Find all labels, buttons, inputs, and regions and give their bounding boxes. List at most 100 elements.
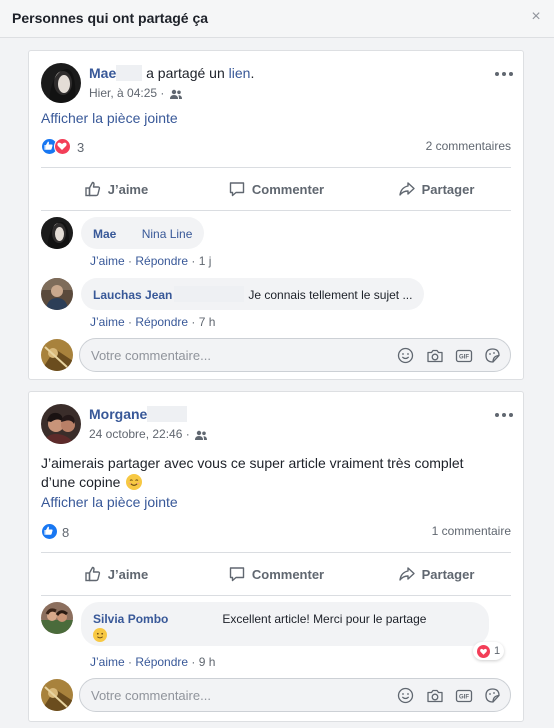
reaction-count: 3	[77, 140, 85, 155]
post-meta: Hier, à 04:25 ·	[89, 86, 182, 102]
comment-time[interactable]: 1 j	[199, 254, 212, 268]
comment-placeholder: Votre commentaire...	[91, 348, 211, 363]
gif-icon[interactable]: GIF	[454, 346, 473, 365]
redacted-block	[147, 406, 188, 422]
post-time[interactable]: 24 octobre, 22:46	[89, 427, 182, 441]
tagged-name[interactable]: Nina Line	[142, 227, 193, 241]
comment-actions: J’aime · Répondre · 9 h	[90, 655, 216, 669]
svg-text:GIF: GIF	[459, 694, 469, 700]
comment-like-link[interactable]: J’aime	[90, 655, 125, 669]
camera-icon[interactable]	[425, 346, 444, 365]
composer-tools: GIF	[396, 686, 502, 705]
like-button[interactable]: J’aime	[41, 168, 191, 210]
comment-like-link[interactable]: J’aime	[90, 254, 125, 268]
post-text: J’aimerais partager avec vous ce super a…	[41, 454, 511, 492]
comment-bubble: Lauchas Jean Je connais tellement le suje…	[81, 278, 425, 310]
commenter-avatar[interactable]	[41, 217, 73, 249]
love-reaction-icon	[477, 644, 490, 658]
comment-button[interactable]: Commenter	[201, 553, 351, 595]
emoji-icon[interactable]	[396, 686, 415, 705]
comment-reply-link[interactable]: Répondre	[135, 254, 188, 268]
redacted-block	[116, 65, 143, 81]
like-label: J’aime	[107, 181, 149, 197]
post-actions: J’aime Commenter Partager	[41, 552, 511, 596]
author-name[interactable]: Mae	[89, 65, 116, 81]
share-label: Partager	[421, 181, 475, 197]
share-icon	[398, 567, 415, 581]
commenter-name[interactable]: Mae	[93, 227, 116, 241]
author-avatar[interactable]	[41, 404, 81, 444]
comment-actions: J’aime · Répondre · 1 j	[90, 254, 212, 268]
comment-count[interactable]: 2 commentaires	[426, 139, 511, 153]
comment-label: Commenter	[251, 181, 325, 197]
comment-bubble: Silvia Pombo Excellent article! Merci pou…	[81, 602, 489, 646]
redacted-block	[168, 610, 222, 626]
comment-item: Silvia Pombo Excellent article! Merci pou…	[41, 602, 511, 670]
comment-icon	[229, 567, 245, 582]
gif-icon[interactable]: GIF	[454, 686, 473, 705]
post-header: Morgane	[89, 406, 188, 422]
comment-like-link[interactable]: J’aime	[90, 315, 125, 329]
comment-time[interactable]: 7 h	[199, 315, 216, 329]
close-icon[interactable]: ×	[528, 9, 544, 25]
my-avatar	[41, 339, 73, 371]
shared-post: Morgane 24 octobre, 22:46 · J’aimerais p…	[28, 391, 524, 722]
show-attachment-link[interactable]: Afficher la pièce jointe	[41, 494, 178, 510]
comment-button[interactable]: Commenter	[201, 168, 351, 210]
comment-input[interactable]: Votre commentaire... GIF	[79, 678, 511, 712]
more-options-icon[interactable]	[495, 67, 513, 81]
like-button[interactable]: J’aime	[41, 553, 191, 595]
comment-item: Lauchas Jean Je connais tellement le suje…	[41, 278, 511, 330]
post-time[interactable]: Hier, à 04:25	[89, 86, 157, 100]
comment-bubble: Mae Nina Line	[81, 217, 205, 249]
post-actions: J’aime Commenter Partager	[41, 167, 511, 211]
friends-icon	[169, 88, 182, 102]
more-options-icon[interactable]	[495, 408, 513, 422]
comment-count[interactable]: 1 commentaire	[432, 524, 511, 538]
commenter-avatar[interactable]	[41, 602, 73, 634]
comment-reaction-count: 1	[494, 645, 501, 657]
commenter-avatar[interactable]	[41, 278, 73, 310]
reaction-count: 8	[62, 525, 70, 540]
shared-link[interactable]: lien	[229, 65, 251, 81]
comment-actions: J’aime · Répondre · 7 h	[90, 315, 216, 329]
svg-text:GIF: GIF	[459, 354, 469, 360]
comment-reply-link[interactable]: Répondre	[135, 655, 188, 669]
show-attachment-link[interactable]: Afficher la pièce jointe	[41, 110, 178, 126]
share-button[interactable]: Partager	[361, 168, 511, 210]
dialog-title: Personnes qui ont partagé ça	[12, 10, 209, 26]
comment-time[interactable]: 9 h	[199, 655, 216, 669]
emoji-icon[interactable]	[396, 346, 415, 365]
thumbs-up-icon	[85, 566, 100, 582]
redacted-block	[116, 225, 138, 241]
comment-composer: Votre commentaire... GIF	[41, 338, 511, 374]
sticker-icon[interactable]	[483, 346, 502, 365]
thumbs-up-icon	[85, 181, 100, 197]
comment-composer: Votre commentaire... GIF	[41, 678, 511, 714]
comment-input[interactable]: Votre commentaire... GIF	[79, 338, 511, 372]
my-avatar	[41, 679, 73, 711]
like-reaction-icon	[41, 523, 58, 540]
comment-text: Je connais tellement le sujet ...	[248, 288, 413, 302]
comment-label: Commenter	[251, 566, 325, 582]
commenter-name[interactable]: Silvia Pombo	[93, 612, 168, 626]
like-label: J’aime	[107, 566, 149, 582]
shares-list[interactable]: Mae a partagé un lien. Hier, à 04:25 · A…	[0, 38, 554, 728]
comment-reply-link[interactable]: Répondre	[135, 315, 188, 329]
share-icon	[398, 182, 415, 196]
composer-tools: GIF	[396, 346, 502, 365]
shared-post: Mae a partagé un lien. Hier, à 04:25 · A…	[28, 50, 524, 380]
camera-icon[interactable]	[425, 686, 444, 705]
sticker-icon[interactable]	[483, 686, 502, 705]
commenter-name[interactable]: Lauchas Jean	[93, 288, 172, 302]
shares-dialog: Personnes qui ont partagé ça × Mae a par…	[0, 0, 554, 728]
dialog-header: Personnes qui ont partagé ça ×	[0, 0, 554, 38]
comment-item: Mae Nina Line J’aime · Répondre · 1 j	[41, 217, 511, 269]
author-avatar[interactable]	[41, 63, 81, 103]
author-name[interactable]: Morgane	[89, 406, 147, 422]
share-button[interactable]: Partager	[361, 553, 511, 595]
post-stats: 3 2 commentaires	[41, 137, 511, 157]
comment-reactions[interactable]: 1	[473, 642, 505, 660]
comment-text: Excellent article! Merci pour le partage	[222, 612, 427, 626]
share-label: Partager	[421, 566, 475, 582]
